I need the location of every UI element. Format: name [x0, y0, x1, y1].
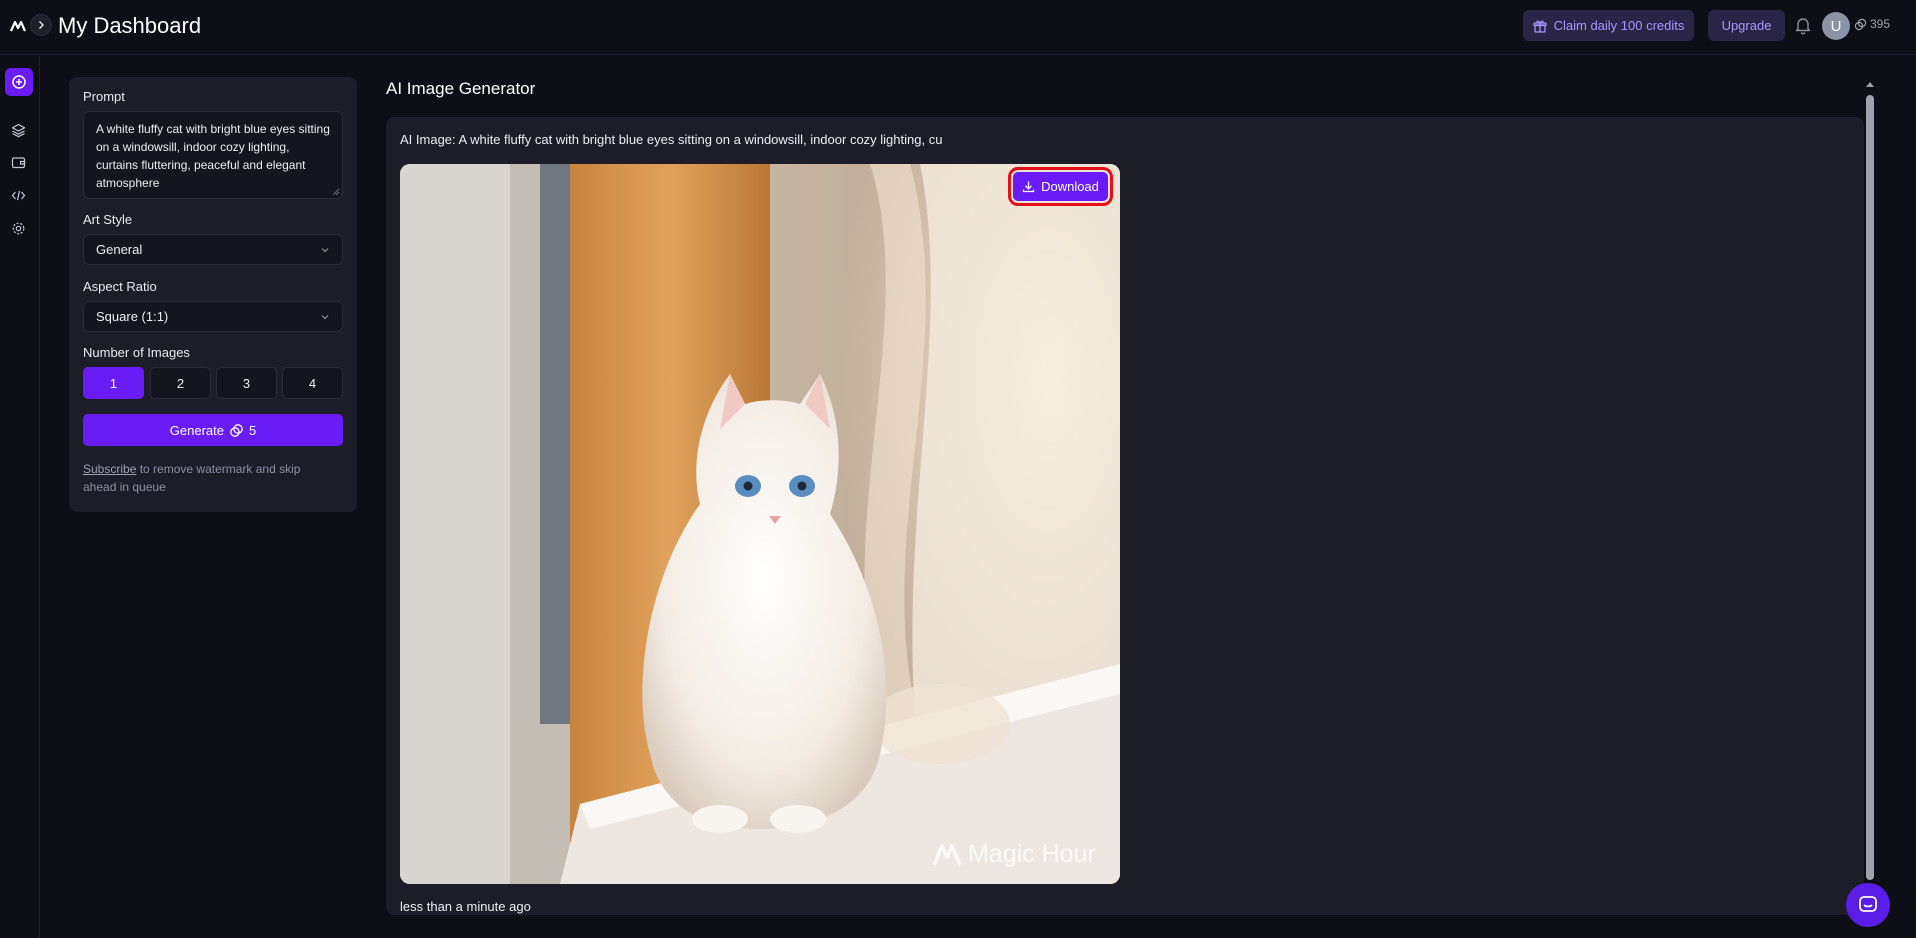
- resize-handle-icon[interactable]: [332, 188, 340, 196]
- art-style-value: General: [96, 242, 143, 257]
- coins-icon: [1854, 18, 1867, 30]
- layers-icon: [11, 123, 25, 137]
- num-images-option-4[interactable]: 4: [282, 367, 343, 399]
- rail-item-api[interactable]: [8, 185, 28, 205]
- scrollbar-thumb[interactable]: [1866, 95, 1874, 880]
- art-style-select[interactable]: General: [83, 234, 343, 265]
- chat-icon: [1859, 896, 1877, 912]
- credits-value: 395: [1870, 17, 1891, 31]
- cat-image: [400, 164, 1120, 884]
- page-title: My Dashboard: [58, 13, 202, 38]
- wallet-icon: [11, 156, 25, 168]
- scroll-up-arrow-icon[interactable]: [1865, 80, 1875, 88]
- result-card: AI Image: A white fluffy cat with bright…: [386, 117, 1864, 915]
- prompt-textarea[interactable]: A white fluffy cat with bright blue eyes…: [83, 111, 343, 199]
- upgrade-button[interactable]: Upgrade: [1708, 10, 1785, 41]
- watermark: Magic Hour: [932, 840, 1096, 869]
- generated-timestamp: less than a minute ago: [400, 899, 531, 914]
- generate-button[interactable]: Generate 5: [83, 414, 343, 446]
- top-bar: My Dashboard Claim daily 100 credits Upg…: [0, 0, 1916, 55]
- aspect-ratio-label: Aspect Ratio: [83, 279, 157, 294]
- rail-item-settings[interactable]: [8, 218, 28, 238]
- gift-icon: [1532, 20, 1547, 33]
- num-option-label: 1: [109, 375, 118, 391]
- support-chat-button[interactable]: [1846, 883, 1890, 927]
- chevron-down-icon: [321, 314, 329, 319]
- num-option-label: 4: [308, 375, 317, 391]
- coins-icon: [230, 423, 243, 437]
- prompt-label: Prompt: [83, 89, 125, 104]
- magic-hour-logo-icon[interactable]: [9, 17, 27, 35]
- download-icon: [1022, 181, 1035, 193]
- aspect-ratio-value: Square (1:1): [96, 309, 169, 324]
- art-style-label: Art Style: [83, 212, 133, 227]
- prompt-value: A white fluffy cat with bright blue eyes…: [96, 122, 330, 190]
- create-icon: [12, 75, 26, 89]
- magic-hour-logo-icon: [932, 843, 962, 866]
- generator-form-panel: Prompt A white fluffy cat with bright bl…: [69, 77, 357, 512]
- aspect-ratio-select[interactable]: Square (1:1): [83, 301, 343, 332]
- download-button[interactable]: Download: [1008, 167, 1113, 206]
- num-images-option-3[interactable]: 3: [216, 367, 277, 399]
- claim-credits-button[interactable]: Claim daily 100 credits: [1523, 10, 1694, 41]
- notification-bell-icon[interactable]: [1794, 15, 1812, 35]
- chevron-right-icon: [39, 21, 44, 29]
- num-images-label: Number of Images: [83, 345, 190, 360]
- generate-cost: 5: [248, 422, 257, 438]
- download-label: Download: [1041, 179, 1099, 194]
- subscribe-link[interactable]: Subscribe: [83, 462, 136, 476]
- upgrade-label: Upgrade: [1721, 18, 1772, 33]
- num-images-option-1[interactable]: 1: [83, 367, 144, 399]
- left-rail: [0, 56, 40, 938]
- generated-image[interactable]: Magic Hour: [400, 164, 1120, 884]
- create-button[interactable]: [5, 68, 33, 96]
- subscribe-note: Subscribe to remove watermark and skip a…: [83, 460, 323, 496]
- generate-label: Generate: [169, 422, 224, 438]
- expand-sidebar-button[interactable]: [30, 14, 52, 36]
- num-option-label: 3: [242, 375, 251, 391]
- watermark-text: Magic Hour: [968, 840, 1096, 868]
- user-avatar[interactable]: U: [1822, 12, 1850, 40]
- rail-item-library[interactable]: [8, 120, 28, 140]
- claim-credits-label: Claim daily 100 credits: [1553, 18, 1685, 33]
- code-icon: [11, 190, 25, 200]
- num-option-label: 2: [176, 375, 185, 391]
- num-images-option-2[interactable]: 2: [150, 367, 211, 399]
- rail-item-billing[interactable]: [8, 152, 28, 172]
- settings-icon: [12, 222, 24, 234]
- avatar-initial: U: [1830, 17, 1842, 35]
- credits-balance: 395: [1854, 17, 1890, 31]
- image-caption: AI Image: A white fluffy cat with bright…: [400, 132, 943, 147]
- chevron-down-icon: [321, 247, 329, 252]
- section-title: AI Image Generator: [386, 79, 536, 98]
